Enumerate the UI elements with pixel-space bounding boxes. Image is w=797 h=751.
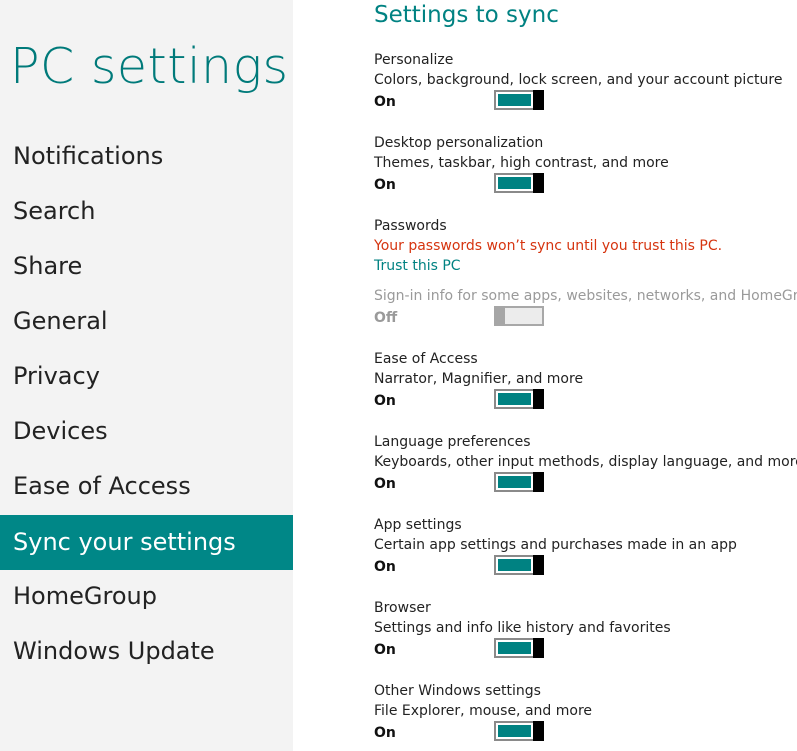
browser-toggle[interactable]	[494, 638, 544, 658]
toggle-row: On	[374, 389, 797, 415]
setting-ease-of-access: Ease of Access Narrator, Magnifier, and …	[374, 349, 797, 415]
toggle-fill	[498, 177, 531, 189]
setting-description: Sign-in info for some apps, websites, ne…	[374, 288, 797, 304]
setting-passwords: Passwords Your passwords won’t sync unti…	[374, 216, 797, 332]
setting-name: Browser	[374, 600, 431, 616]
toggle-row: On	[374, 472, 797, 498]
trust-this-pc-link[interactable]: Trust this PC	[374, 256, 797, 277]
toggle-row: On	[374, 555, 797, 581]
toggle-fill	[498, 642, 531, 654]
toggle-row: On	[374, 90, 797, 116]
toggle-thumb	[533, 389, 544, 409]
setting-name: Other Windows settings	[374, 683, 541, 699]
setting-description: File Explorer, mouse, and more	[374, 703, 593, 719]
setting-name: App settings	[374, 517, 462, 533]
toggle-row: On	[374, 638, 797, 664]
toggle-thumb	[533, 555, 544, 575]
toggle-fill	[498, 476, 531, 488]
language-preferences-toggle[interactable]	[494, 472, 544, 492]
section-title: Settings to sync	[374, 2, 559, 28]
setting-name: Ease of Access	[374, 351, 478, 367]
toggle-thumb	[494, 306, 505, 326]
nav-item-search[interactable]: Search	[0, 184, 293, 239]
setting-browser: Browser Settings and info like history a…	[374, 598, 797, 664]
toggle-state-label: On	[374, 476, 396, 492]
toggle-fill	[498, 393, 531, 405]
setting-description: Settings and info like history and favor…	[374, 620, 671, 636]
toggle-state-label: On	[374, 177, 396, 193]
setting-description: Narrator, Magnifier, and more	[374, 371, 584, 387]
toggle-state-label: On	[374, 725, 396, 741]
toggle-fill	[498, 94, 531, 106]
toggle-state-label: On	[374, 642, 396, 658]
toggle-state-label: On	[374, 94, 396, 110]
personalize-toggle[interactable]	[494, 90, 544, 110]
toggle-state-label: On	[374, 393, 396, 409]
setting-name: Desktop personalization	[374, 135, 544, 151]
toggle-thumb	[533, 90, 544, 110]
setting-other-windows-settings: Other Windows settings File Explorer, mo…	[374, 681, 797, 747]
toggle-thumb	[533, 721, 544, 741]
desktop-personalization-toggle[interactable]	[494, 173, 544, 193]
app-title: PC settings	[10, 38, 289, 95]
nav-item-notifications[interactable]: Notifications	[0, 129, 293, 184]
setting-description: Themes, taskbar, high contrast, and more	[374, 155, 669, 171]
toggle-thumb	[533, 472, 544, 492]
setting-description: Certain app settings and purchases made …	[374, 537, 737, 553]
passwords-toggle[interactable]	[494, 306, 544, 326]
toggle-row: On	[374, 173, 797, 199]
toggle-thumb	[533, 638, 544, 658]
nav-item-general[interactable]: General	[0, 294, 293, 349]
sidebar: PC settings Notifications Search Share G…	[0, 0, 293, 751]
setting-name: Language preferences	[374, 434, 531, 450]
toggle-fill	[498, 725, 531, 737]
toggle-row: On	[374, 721, 797, 747]
toggle-row: Off	[374, 306, 797, 332]
nav-item-devices[interactable]: Devices	[0, 404, 293, 459]
toggle-fill	[498, 559, 531, 571]
ease-of-access-toggle[interactable]	[494, 389, 544, 409]
nav-item-share[interactable]: Share	[0, 239, 293, 294]
setting-app-settings: App settings Certain app settings and pu…	[374, 515, 797, 581]
passwords-warning: Your passwords won’t sync until you trus…	[374, 238, 723, 254]
other-windows-settings-toggle[interactable]	[494, 721, 544, 741]
setting-language-preferences: Language preferences Keyboards, other in…	[374, 432, 797, 498]
nav-item-windows-update[interactable]: Windows Update	[0, 624, 293, 679]
toggle-thumb	[533, 173, 544, 193]
setting-description: Keyboards, other input methods, display …	[374, 454, 797, 470]
setting-desktop-personalization: Desktop personalization Themes, taskbar,…	[374, 133, 797, 199]
setting-description: Colors, background, lock screen, and you…	[374, 72, 783, 88]
toggle-state-label: On	[374, 559, 396, 575]
nav-item-homegroup[interactable]: HomeGroup	[0, 569, 293, 624]
setting-personalize: Personalize Colors, background, lock scr…	[374, 50, 797, 116]
nav-item-privacy[interactable]: Privacy	[0, 349, 293, 404]
setting-name: Personalize	[374, 52, 454, 68]
nav-item-ease-of-access[interactable]: Ease of Access	[0, 459, 293, 514]
setting-name: Passwords	[374, 218, 447, 234]
app-settings-toggle[interactable]	[494, 555, 544, 575]
toggle-state-label: Off	[374, 310, 398, 326]
nav-item-sync-your-settings[interactable]: Sync your settings	[0, 515, 293, 570]
